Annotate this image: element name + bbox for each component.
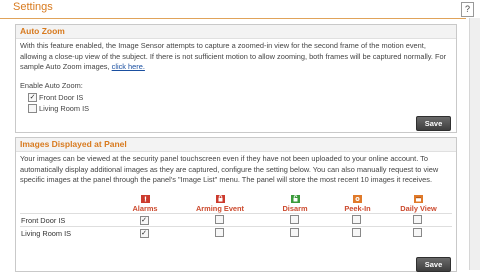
living-room-peek-in-checkbox[interactable] — [352, 227, 361, 237]
table-row: Living Room IS ✓ — [20, 226, 452, 239]
page-title: Settings — [13, 1, 53, 13]
cell-alarms: ✓ — [110, 226, 180, 239]
column-header-alarms: ! Alarms — [110, 193, 180, 214]
column-header-disarm: Disarm — [260, 193, 330, 214]
row-camera-name: Front Door IS — [20, 213, 110, 227]
living-room-arming-event-checkbox[interactable] — [214, 227, 224, 237]
row-camera-name: Living Room IS — [20, 226, 110, 239]
living-room-disarm-checkbox[interactable] — [289, 227, 299, 237]
auto-zoom-camera-row: ✓ Front Door IS — [28, 93, 83, 102]
sample-images-link[interactable]: click here. — [112, 62, 145, 71]
living-room-alarms-checkbox[interactable]: ✓ — [139, 229, 149, 238]
disarm-icon — [290, 195, 300, 203]
table-row: Front Door IS ✓ — [20, 213, 452, 227]
table-header-row: ! Alarms Arming Event Disarm Peek-In Dai… — [20, 193, 452, 214]
arming-icon — [215, 195, 225, 203]
auto-zoom-living-room-checkbox[interactable] — [28, 104, 37, 113]
camera-label: Living Room IS — [39, 104, 90, 113]
vertical-scrollbar[interactable] — [469, 18, 480, 270]
living-room-daily-view-checkbox[interactable] — [413, 227, 422, 237]
column-label: Peek-In — [344, 204, 371, 213]
auto-zoom-save-button[interactable]: Save — [416, 116, 451, 131]
front-door-alarms-checkbox[interactable]: ✓ — [139, 216, 149, 225]
cell-arming-event — [180, 213, 260, 227]
front-door-arming-event-checkbox[interactable] — [214, 214, 224, 224]
auto-zoom-description: With this feature enabled, the Image Sen… — [16, 39, 456, 73]
enable-auto-zoom-label: Enable Auto Zoom: — [20, 81, 83, 90]
auto-zoom-section: Auto Zoom With this feature enabled, the… — [15, 24, 457, 133]
peek-in-icon — [353, 195, 362, 203]
row-label-header — [20, 193, 110, 214]
auto-zoom-camera-row: Living Room IS — [28, 104, 89, 113]
column-header-arming-event: Arming Event — [180, 193, 260, 214]
cell-peek-in — [330, 213, 385, 227]
cell-arming-event — [180, 226, 260, 239]
images-panel-description: Your images can be viewed at the securit… — [20, 154, 439, 184]
cell-disarm — [260, 213, 330, 227]
svg-text:!: ! — [143, 196, 146, 204]
column-label: Disarm — [282, 204, 308, 213]
images-panel-header: Images Displayed at Panel — [16, 138, 456, 152]
cell-peek-in — [330, 226, 385, 239]
column-header-daily-view: Daily View — [385, 193, 452, 214]
column-label: Daily View — [400, 204, 437, 213]
front-door-daily-view-checkbox[interactable] — [413, 214, 422, 224]
front-door-peek-in-checkbox[interactable] — [352, 214, 361, 224]
cell-daily-view — [385, 226, 452, 239]
front-door-disarm-checkbox[interactable] — [289, 214, 299, 224]
camera-label: Front Door IS — [39, 93, 84, 102]
auto-zoom-header: Auto Zoom — [16, 25, 456, 39]
column-label: Alarms — [132, 204, 158, 213]
title-bar: Settings — [0, 0, 466, 19]
cell-disarm — [260, 226, 330, 239]
images-panel-section: Images Displayed at Panel Your images ca… — [15, 137, 457, 272]
help-icon[interactable]: ? — [461, 2, 474, 17]
daily-view-icon — [414, 195, 423, 203]
column-header-peek-in: Peek-In — [330, 193, 385, 214]
cell-alarms: ✓ — [110, 213, 180, 227]
alarm-icon: ! — [140, 195, 150, 204]
auto-zoom-description-text: With this feature enabled, the Image Sen… — [20, 41, 447, 71]
column-label: Arming Event — [195, 204, 245, 213]
cell-daily-view — [385, 213, 452, 227]
image-display-table: ! Alarms Arming Event Disarm Peek-In Dai… — [20, 193, 452, 239]
auto-zoom-front-door-checkbox[interactable]: ✓ — [28, 93, 37, 102]
